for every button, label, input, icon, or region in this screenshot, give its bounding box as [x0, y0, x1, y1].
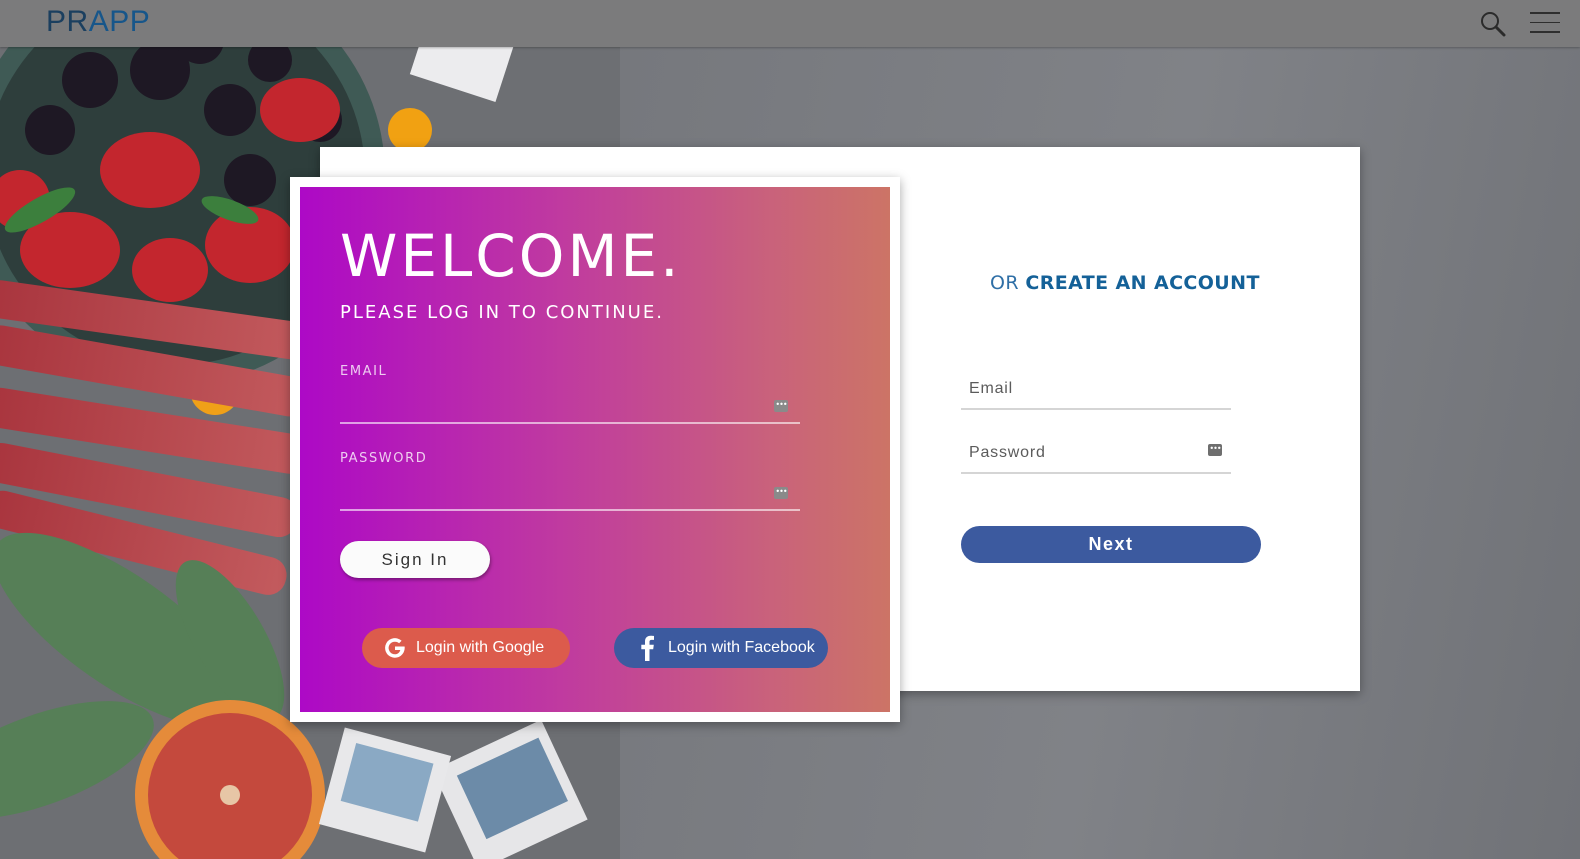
create-account-link[interactable]: CREATE AN ACCOUNT	[1025, 272, 1259, 294]
sign-in-button[interactable]: Sign In	[340, 541, 490, 578]
password-manager-icon[interactable]: •••	[774, 400, 788, 412]
menu-bar	[1530, 21, 1560, 23]
login-with-facebook-button[interactable]: Login with Facebook	[614, 628, 828, 668]
login-password-input[interactable]	[340, 479, 764, 509]
register-password-field[interactable]: •••	[961, 438, 1231, 474]
google-button-label: Login with Google	[416, 639, 545, 656]
login-with-google-button[interactable]: Login with Google	[362, 628, 570, 668]
email-label: EMAIL	[340, 364, 388, 379]
brand-text-suffix: APP	[88, 5, 151, 38]
top-navbar: PRAPP	[0, 0, 1580, 47]
password-manager-icon[interactable]: •••	[774, 487, 788, 499]
login-email-input[interactable]	[340, 392, 764, 422]
register-password-input[interactable]	[961, 438, 1199, 468]
welcome-heading: WELCOME.	[340, 222, 682, 290]
facebook-icon	[632, 633, 662, 663]
or-text: OR	[990, 272, 1026, 294]
login-password-field[interactable]: •••	[340, 479, 800, 511]
login-subtitle: PLEASE LOG IN TO CONTINUE.	[340, 302, 664, 323]
login-email-field[interactable]: •••	[340, 392, 800, 424]
hamburger-menu-icon[interactable]	[1530, 12, 1560, 36]
brand-logo[interactable]: PRAPP	[46, 5, 150, 39]
menu-bar	[1530, 31, 1560, 33]
create-account-heading: OR CREATE AN ACCOUNT	[990, 272, 1260, 294]
password-manager-icon[interactable]: •••	[1208, 444, 1222, 456]
register-email-field[interactable]	[961, 374, 1231, 410]
register-email-input[interactable]	[961, 374, 1199, 404]
facebook-button-label: Login with Facebook	[668, 639, 815, 656]
brand-text-prefix: PR	[46, 5, 89, 38]
menu-bar	[1530, 12, 1560, 14]
google-icon	[380, 633, 410, 663]
search-icon[interactable]	[1478, 9, 1508, 39]
next-button[interactable]: Next	[961, 526, 1261, 563]
password-label: PASSWORD	[340, 451, 428, 466]
